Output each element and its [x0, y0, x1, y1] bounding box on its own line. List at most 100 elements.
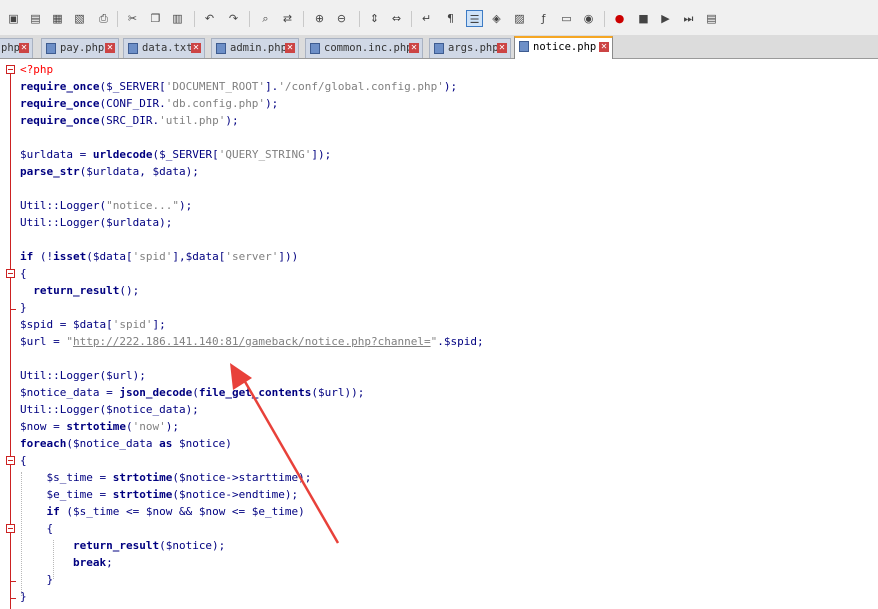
- file-icon: [310, 43, 320, 54]
- tab-args-php[interactable]: args.php ✕: [429, 38, 511, 58]
- fold-margin: [0, 59, 17, 609]
- fold-end-marker: [10, 598, 16, 599]
- code-line: break;: [72, 556, 113, 569]
- close-all-icon[interactable]: ▧: [71, 10, 88, 27]
- toolbar-separator: [249, 11, 250, 27]
- zoom-out-icon[interactable]: ⊖: [333, 10, 350, 27]
- user-language-icon[interactable]: ◈: [488, 10, 505, 27]
- indent-guide-icon[interactable]: ☰: [466, 10, 483, 27]
- sync-horizontal-icon[interactable]: ⇔: [388, 10, 405, 27]
- code-line: }: [20, 590, 27, 603]
- code-line: $e_time = strtotime($notice->endtime);: [46, 488, 299, 501]
- close-tab-icon[interactable]: ✕: [409, 43, 419, 53]
- stop-recording-icon[interactable]: ■: [635, 10, 652, 27]
- tab-pay-php[interactable]: pay.php ✕: [41, 38, 119, 58]
- code-line: $spid = $data['spid'];: [20, 318, 166, 331]
- code-line: parse_str($urldata, $data);: [20, 165, 199, 178]
- tab-php[interactable]: php ✕: [0, 38, 33, 58]
- monitoring-icon[interactable]: ◉: [580, 10, 597, 27]
- code-line: $s_time = strtotime($notice->starttime);: [46, 471, 312, 484]
- record-macro-icon[interactable]: ●: [611, 10, 628, 27]
- copy-icon[interactable]: ❐: [147, 10, 164, 27]
- zoom-in-icon[interactable]: ⊕: [311, 10, 328, 27]
- file-icon: [128, 43, 138, 54]
- cut-icon[interactable]: ✂: [124, 10, 141, 27]
- close-tab-icon[interactable]: ✕: [191, 43, 201, 53]
- save-icon[interactable]: ▣: [5, 10, 22, 27]
- save-all-icon[interactable]: ▤: [27, 10, 44, 27]
- tab-bar: php ✕ pay.php ✕ data.txt ✕ admin.php ✕ c…: [0, 35, 878, 59]
- tab-common-inc-php[interactable]: common.inc.php ✕: [305, 38, 423, 58]
- code-line: Util::Logger($notice_data);: [20, 403, 199, 416]
- file-icon: [46, 43, 56, 54]
- file-icon: [216, 43, 226, 54]
- tab-label: admin.php: [230, 42, 287, 54]
- code-line: return_result($notice);: [72, 539, 226, 552]
- toolbar: ▣ ▤ ▦ ▧ ⎙ ✂ ❐ ▥ ↶ ↷ ⌕ ⇄ ⊕ ⊖ ⇕ ⇔ ↵ ¶ ☰ ◈ ▨ ƒ ▭ ◉ ● ■ ▶ ⏭ ▤: [0, 6, 878, 35]
- tab-label: notice.php: [533, 41, 597, 53]
- code-line: if (!isset($data['spid'],$data['server']…: [20, 250, 299, 263]
- paste-icon[interactable]: ▥: [169, 10, 186, 27]
- file-icon: [434, 43, 444, 54]
- url-link[interactable]: http://222.186.141.140:81/gameback/notic…: [73, 335, 431, 348]
- close-tab-icon[interactable]: ✕: [599, 42, 609, 52]
- code-line: }: [20, 301, 27, 314]
- tab-label: php: [1, 42, 20, 54]
- save-macro-icon[interactable]: ▤: [703, 10, 720, 27]
- print-icon[interactable]: ⎙: [95, 10, 112, 27]
- code-line: $urldata = urldecode($_SERVER['QUERY_STR…: [20, 148, 332, 161]
- toolbar-separator: [604, 11, 605, 27]
- run-macro-multiple-icon[interactable]: ⏭: [680, 10, 697, 27]
- fold-end-marker: [10, 309, 16, 310]
- tab-label: args.php: [448, 42, 499, 54]
- fold-end-marker: [10, 581, 16, 582]
- code-line: if ($s_time <= $now && $now <= $e_time): [46, 505, 305, 518]
- function-list-icon[interactable]: ƒ: [535, 10, 552, 27]
- code-line: {: [20, 454, 27, 467]
- code-line: require_once(CONF_DIR.'db.config.php');: [20, 97, 279, 110]
- tab-label: common.inc.php: [324, 42, 413, 54]
- close-tab-icon[interactable]: ✕: [105, 43, 115, 53]
- code-line: Util::Logger("notice...");: [20, 199, 193, 212]
- doc-map-icon[interactable]: ▨: [511, 10, 528, 27]
- word-wrap-icon[interactable]: ↵: [418, 10, 435, 27]
- code-line: $now = strtotime('now');: [20, 420, 179, 433]
- find-icon[interactable]: ⌕: [257, 10, 274, 27]
- undo-icon[interactable]: ↶: [201, 10, 218, 27]
- code-line: $url = "http://222.186.141.140:81/gameba…: [20, 335, 484, 348]
- fold-toggle-icon[interactable]: [6, 524, 15, 533]
- code-line: foreach($notice_data as $notice): [20, 437, 232, 450]
- tab-data-txt[interactable]: data.txt ✕: [123, 38, 205, 58]
- fold-toggle-icon[interactable]: [6, 456, 15, 465]
- playback-icon[interactable]: ▶: [657, 10, 674, 27]
- sync-vertical-icon[interactable]: ⇕: [366, 10, 383, 27]
- show-all-chars-icon[interactable]: ¶: [442, 10, 459, 27]
- code-line: require_once(SRC_DIR.'util.php');: [20, 114, 239, 127]
- code-line: $notice_data = json_decode(file_get_cont…: [20, 386, 365, 399]
- file-icon: [519, 41, 529, 52]
- close-icon[interactable]: ▦: [49, 10, 66, 27]
- folder-workspace-icon[interactable]: ▭: [558, 10, 575, 27]
- toolbar-separator: [411, 11, 412, 27]
- code-line: return_result();: [33, 284, 140, 297]
- toolbar-separator: [359, 11, 360, 27]
- close-tab-icon[interactable]: ✕: [285, 43, 295, 53]
- tab-notice-php[interactable]: notice.php ✕: [514, 36, 613, 59]
- code-line: }: [46, 573, 54, 586]
- code-line: {: [46, 522, 54, 535]
- code-editor[interactable]: <?php require_once($_SERVER['DOCUMENT_RO…: [0, 59, 878, 609]
- toolbar-separator: [303, 11, 304, 27]
- close-tab-icon[interactable]: ✕: [497, 43, 507, 53]
- close-tab-icon[interactable]: ✕: [19, 43, 29, 53]
- code-line: {: [20, 267, 27, 280]
- redo-icon[interactable]: ↷: [225, 10, 242, 27]
- fold-toggle-icon[interactable]: [6, 269, 15, 278]
- fold-toggle-icon[interactable]: [6, 65, 15, 74]
- tab-admin-php[interactable]: admin.php ✕: [211, 38, 299, 58]
- replace-icon[interactable]: ⇄: [279, 10, 296, 27]
- code-line: Util::Logger($urldata);: [20, 216, 173, 229]
- toolbar-separator: [117, 11, 118, 27]
- code-line: <?php: [20, 63, 54, 76]
- tab-label: pay.php: [60, 42, 105, 54]
- toolbar-separator: [194, 11, 195, 27]
